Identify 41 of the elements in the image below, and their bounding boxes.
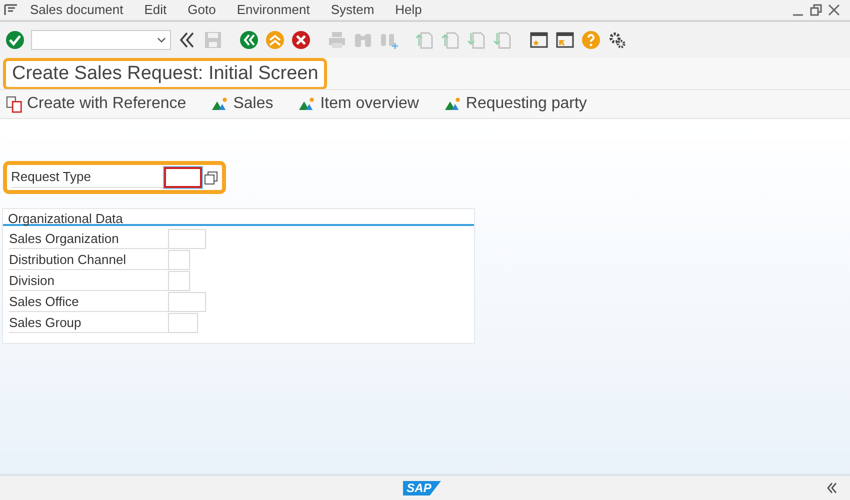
copy-icon <box>6 96 23 112</box>
menu-item[interactable]: Edit <box>144 0 167 20</box>
sap-logo: SAP <box>402 480 442 496</box>
command-field[interactable] <box>31 30 171 50</box>
toolbar-button[interactable]: Requesting party <box>466 92 587 116</box>
value-help-icon[interactable] <box>204 170 218 184</box>
help-icon[interactable] <box>581 30 601 50</box>
menu-icon[interactable] <box>4 4 18 16</box>
input-field[interactable] <box>168 271 190 291</box>
cancel-icon[interactable] <box>291 30 311 50</box>
close-icon[interactable] <box>828 4 840 16</box>
page-down-icon[interactable] <box>467 30 487 50</box>
input-field[interactable] <box>168 250 190 270</box>
menu-item[interactable]: Help <box>395 0 422 20</box>
print-icon[interactable] <box>327 30 347 50</box>
check-icon[interactable] <box>5 30 25 50</box>
menu-item[interactable]: Environment <box>236 0 310 20</box>
page-up-icon[interactable] <box>441 30 461 50</box>
input-field[interactable] <box>168 292 206 312</box>
page-down-icon[interactable] <box>493 30 513 50</box>
request-type-field[interactable] <box>164 167 202 188</box>
menu-item[interactable]: Goto <box>188 0 216 20</box>
group-title: Organizational Data <box>3 209 474 226</box>
restore-icon[interactable] <box>810 4 822 16</box>
input-field[interactable] <box>168 313 198 333</box>
toolbar-button[interactable]: Item overview <box>320 92 419 116</box>
mountain-icon <box>299 97 316 111</box>
chevron-down-icon <box>157 37 166 43</box>
back-icon[interactable] <box>239 30 259 50</box>
mountain-icon <box>444 97 462 111</box>
save-icon[interactable] <box>203 30 223 50</box>
toolbar-button[interactable]: Create with Reference <box>27 92 186 116</box>
input-field[interactable] <box>168 229 206 249</box>
menu-item[interactable]: Sales document <box>30 0 124 20</box>
screen-title: Create Sales Request: Initial Screen <box>3 58 328 90</box>
menu-item[interactable]: System <box>330 0 374 20</box>
toolbar-button[interactable]: Sales <box>233 92 274 116</box>
settings-icon[interactable] <box>607 30 627 50</box>
mountain-icon <box>212 97 230 111</box>
up-icon[interactable] <box>265 30 285 50</box>
page-up-icon[interactable] <box>415 30 435 50</box>
